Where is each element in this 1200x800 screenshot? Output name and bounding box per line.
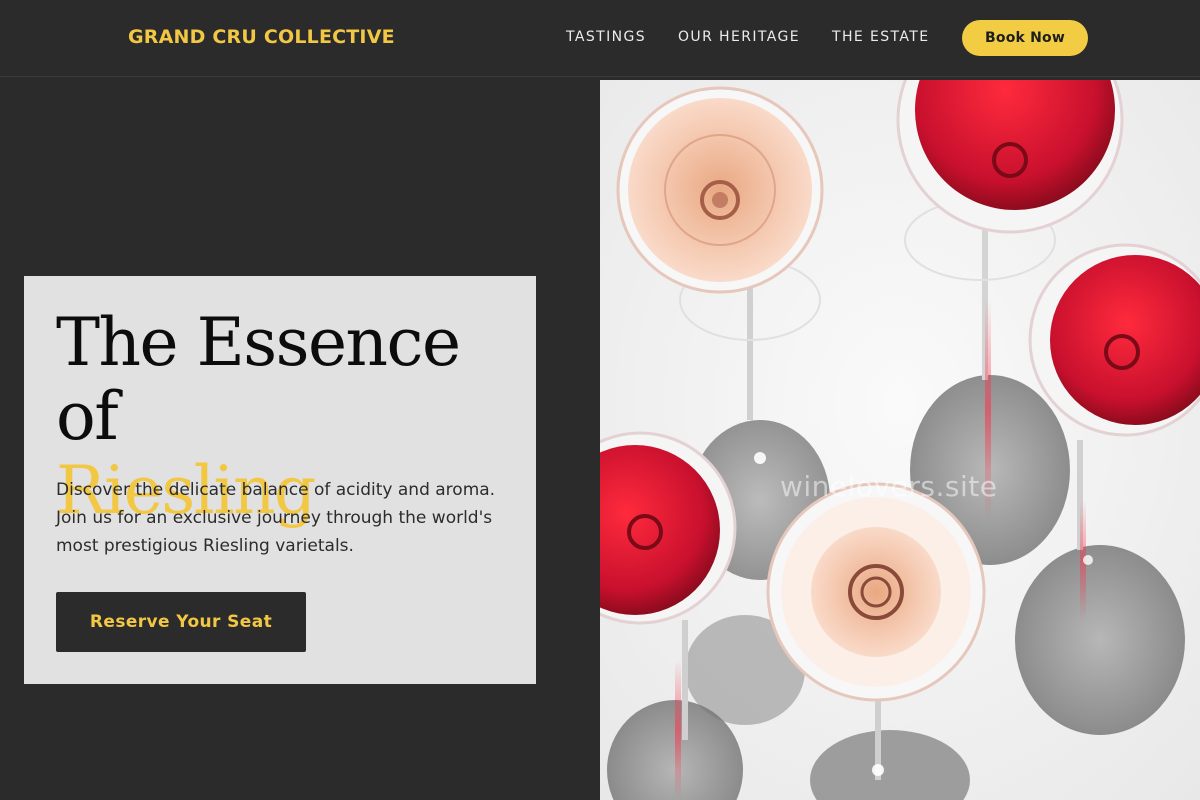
wine-glasses-illustration: [600, 80, 1200, 800]
hero-intro-card: The Essence of Riesling Discover the del…: [24, 276, 536, 684]
nav-link-our-heritage[interactable]: OUR HERITAGE: [678, 29, 800, 45]
reserve-seat-button[interactable]: Reserve Your Seat: [56, 592, 306, 652]
nav-link-the-estate[interactable]: THE ESTATE: [832, 29, 929, 45]
hero-wine-glasses-image: winelovers.site: [600, 80, 1200, 800]
hero-description: Discover the delicate balance of acidity…: [56, 480, 496, 556]
photo-watermark: winelovers.site: [780, 470, 998, 503]
book-now-button[interactable]: Book Now: [962, 20, 1088, 56]
hero-title-line: The Essence of: [56, 304, 461, 455]
nav-link-tastings[interactable]: TASTINGS: [566, 29, 646, 45]
top-navigation-bar: GRAND CRU COLLECTIVE TASTINGS OUR HERITA…: [0, 0, 1200, 77]
brand-logo-link[interactable]: GRAND CRU COLLECTIVE: [128, 26, 395, 48]
